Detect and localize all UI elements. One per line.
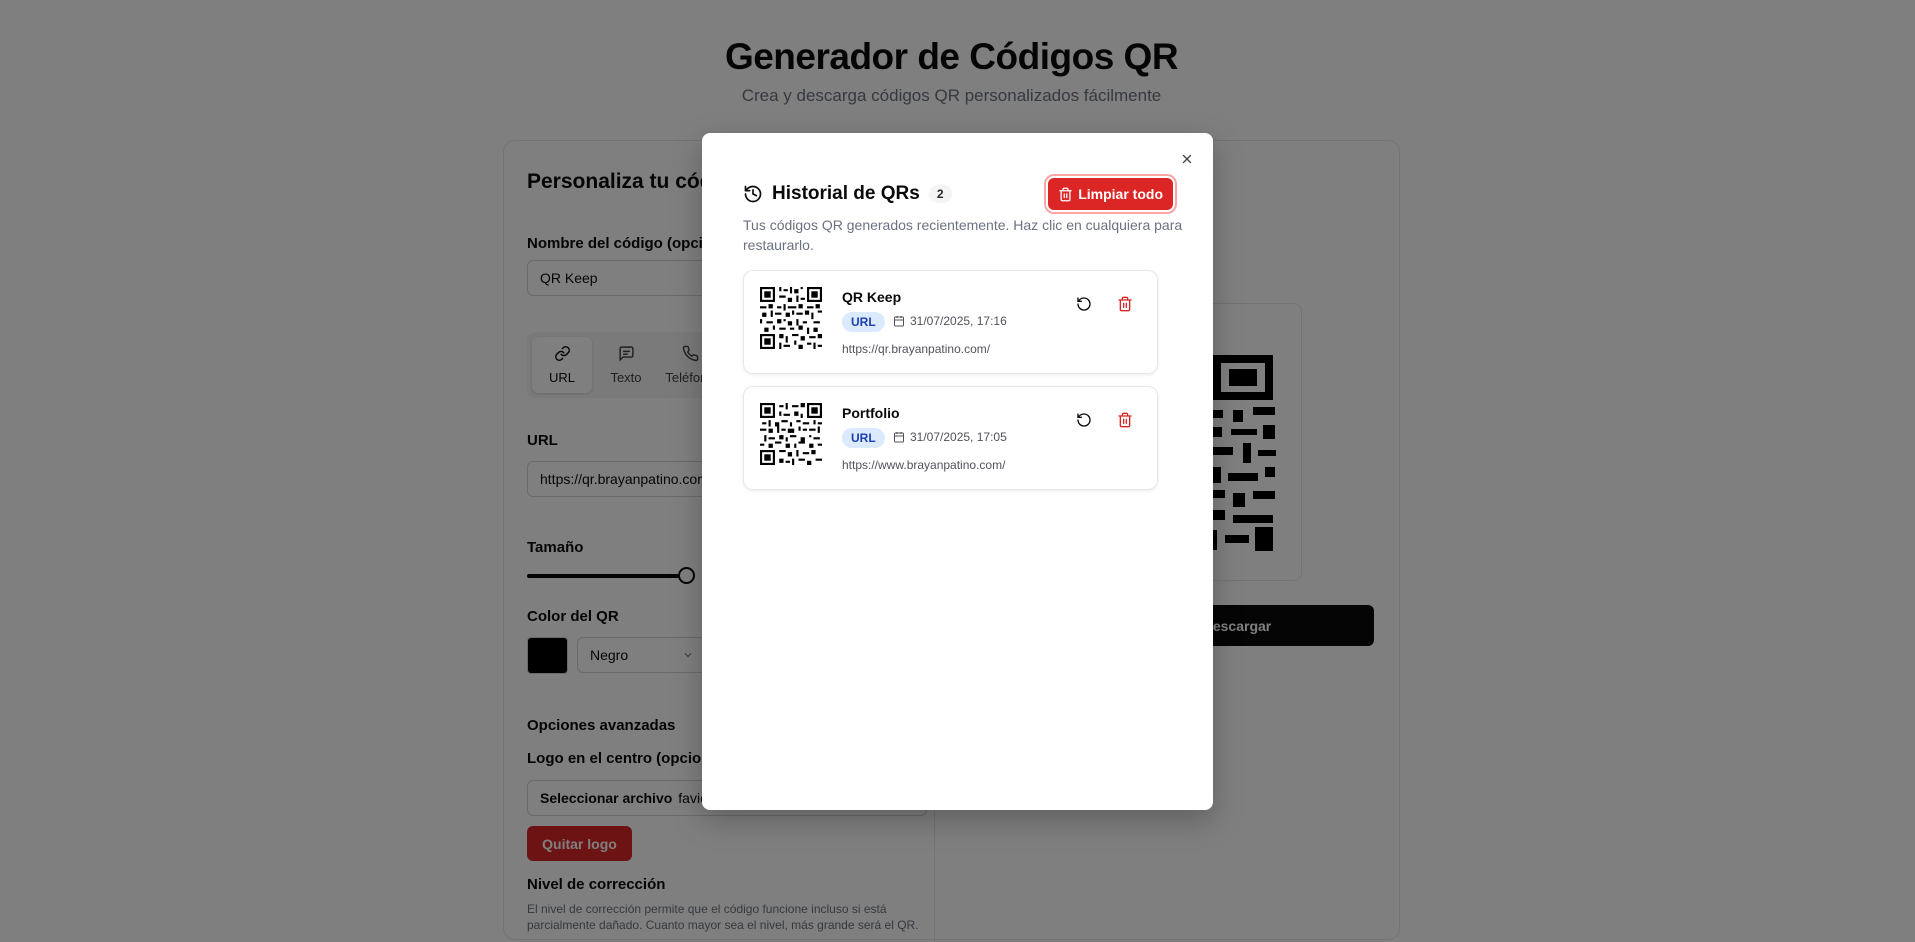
history-dialog: Historial de QRs 2 Limpiar todo Tus códi…: [702, 133, 1213, 810]
dialog-header: Historial de QRs 2 Limpiar todo: [743, 178, 1173, 210]
count-badge: 2: [928, 185, 952, 203]
restore-button[interactable]: [1072, 408, 1096, 432]
trash-icon: [1118, 412, 1132, 428]
history-icon: [744, 185, 762, 203]
rotate-ccw-icon: [1077, 413, 1091, 427]
delete-button[interactable]: [1113, 408, 1137, 432]
calendar-icon: [894, 432, 904, 443]
history-item[interactable]: QR Keep URL 31/07/2025, 17:16 https://qr…: [743, 270, 1158, 374]
item-url: https://qr.brayanpatino.com/: [842, 342, 991, 356]
history-list: QR Keep URL 31/07/2025, 17:16 https://qr…: [743, 270, 1158, 502]
item-name: QR Keep: [842, 289, 902, 305]
trash-icon: [1118, 296, 1132, 312]
item-url: https://www.brayanpatino.com/: [842, 458, 1006, 472]
close-button[interactable]: [1177, 149, 1197, 169]
calendar-icon: [894, 316, 904, 327]
type-badge: URL: [842, 312, 885, 332]
history-item[interactable]: Portfolio URL 31/07/2025, 17:05 https://…: [743, 386, 1158, 490]
dialog-description: Tus códigos QR generados recientemente. …: [743, 217, 1183, 253]
item-date-text: 31/07/2025, 17:05: [910, 430, 1007, 444]
close-icon: [1182, 154, 1192, 164]
item-date: 31/07/2025, 17:05: [893, 430, 1007, 444]
type-badge: URL: [842, 428, 885, 448]
rotate-ccw-icon: [1077, 297, 1091, 311]
clear-all-button[interactable]: Limpiar todo: [1048, 178, 1173, 210]
clear-all-label: Limpiar todo: [1078, 186, 1163, 202]
delete-button[interactable]: [1113, 292, 1137, 316]
item-date: 31/07/2025, 17:16: [893, 314, 1007, 328]
restore-button[interactable]: [1072, 292, 1096, 316]
dialog-title: Historial de QRs: [772, 183, 920, 204]
qr-thumbnail: [760, 403, 822, 465]
trash-icon: [1059, 187, 1072, 201]
item-name: Portfolio: [842, 405, 900, 421]
item-date-text: 31/07/2025, 17:16: [910, 314, 1007, 328]
qr-thumbnail: [760, 287, 822, 349]
